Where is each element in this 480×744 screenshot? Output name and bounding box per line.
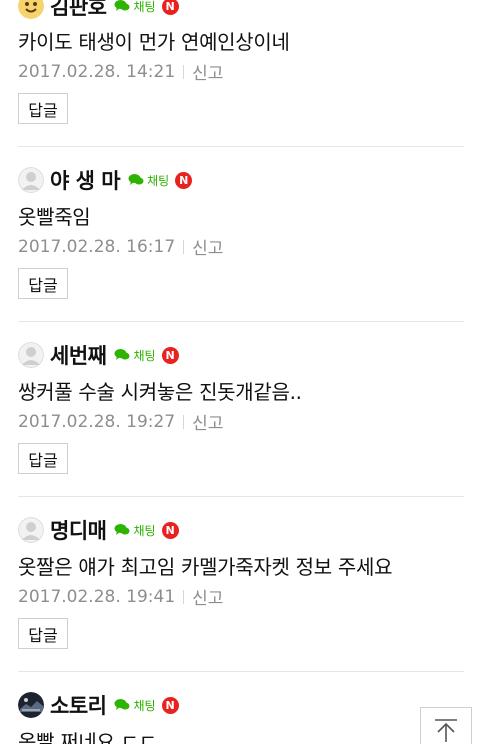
reply-button[interactable]: 답글 bbox=[18, 268, 68, 299]
new-badge: N bbox=[161, 521, 179, 539]
comment-timestamp: 2017.02.28. 19:41 bbox=[18, 586, 176, 607]
meta-divider bbox=[183, 64, 185, 79]
comment-nickname[interactable]: 세번째 bbox=[50, 340, 107, 370]
chat-label: 채팅 bbox=[133, 523, 156, 538]
reply-button[interactable]: 답글 bbox=[18, 443, 68, 474]
report-link[interactable]: 신고 bbox=[192, 409, 223, 434]
comment-meta: 2017.02.28. 19:41 신고 bbox=[18, 584, 223, 610]
reply-button[interactable]: 답글 bbox=[18, 618, 68, 649]
comment-timestamp: 2017.02.28. 14:21 bbox=[18, 61, 176, 82]
chat-bubble-icon bbox=[128, 174, 144, 185]
comment-nickname[interactable]: 야 생 마 bbox=[50, 165, 121, 195]
new-badge: N bbox=[161, 696, 179, 714]
chat-bubble-icon bbox=[114, 524, 130, 535]
scroll-to-top-button[interactable] bbox=[420, 707, 472, 744]
reply-button[interactable]: 답글 bbox=[18, 93, 68, 124]
new-badge: N bbox=[161, 0, 179, 15]
comment-nickname[interactable]: 소토리 bbox=[50, 690, 107, 720]
chat-bubble-icon bbox=[114, 349, 130, 360]
comment-item: 김판호 채팅 N 카이도 태생이 먼가 연예인상이네 2017.02.28. 1… bbox=[18, 0, 464, 147]
chat-label: 채팅 bbox=[133, 0, 156, 14]
comment-timestamp: 2017.02.28. 16:17 bbox=[18, 236, 176, 257]
comment-list-page: 김판호 채팅 N 카이도 태생이 먼가 연예인상이네 2017.02.28. 1… bbox=[0, 0, 480, 744]
comment-header: 소토리 채팅 N bbox=[18, 691, 179, 719]
chat-label: 채팅 bbox=[133, 698, 156, 713]
comment-divider bbox=[18, 321, 464, 322]
chat-label: 채팅 bbox=[133, 348, 156, 363]
chat-link[interactable]: 채팅 bbox=[114, 0, 156, 15]
comment-header: 김판호 채팅 N bbox=[18, 0, 179, 20]
meta-divider bbox=[183, 414, 185, 429]
chat-link[interactable]: 채팅 bbox=[114, 697, 156, 714]
comment-divider bbox=[18, 671, 464, 672]
comment-text: 옷빨 쩌네요 ㄷㄷ bbox=[18, 730, 157, 744]
comment-text: 카이도 태생이 먼가 연예인상이네 bbox=[18, 30, 290, 54]
comment-item: 명디매 채팅 N 옷짤은 얘가 최고임 카멜가죽자켓 정보 주세요 2017.0… bbox=[18, 516, 464, 672]
comment-text: 옷짤은 얘가 최고임 카멜가죽자켓 정보 주세요 bbox=[18, 555, 393, 579]
photo-avatar-icon[interactable] bbox=[18, 692, 44, 718]
emoji-avatar-icon[interactable] bbox=[18, 0, 44, 19]
scroll-to-top-icon bbox=[435, 719, 457, 742]
meta-divider bbox=[183, 589, 185, 604]
chat-link[interactable]: 채팅 bbox=[114, 347, 156, 364]
default-profile-icon[interactable] bbox=[18, 167, 44, 193]
comment-item: 야 생 마 채팅 N 옷빨죽임 2017.02.28. 16:17 신고 답글 bbox=[18, 165, 464, 322]
default-profile-icon[interactable] bbox=[18, 517, 44, 543]
report-link[interactable]: 신고 bbox=[192, 59, 223, 84]
report-link[interactable]: 신고 bbox=[192, 234, 223, 259]
comment-text: 옷빨죽임 bbox=[18, 205, 91, 229]
comment-divider bbox=[18, 146, 464, 147]
comment-meta: 2017.02.28. 14:21 신고 bbox=[18, 59, 223, 85]
chat-bubble-icon bbox=[114, 0, 130, 11]
comment-header: 명디매 채팅 N bbox=[18, 516, 179, 544]
chat-label: 채팅 bbox=[147, 173, 170, 188]
comment-text: 쌍커풀 수술 시켜놓은 진돗개같음.. bbox=[18, 380, 302, 404]
new-badge: N bbox=[161, 346, 179, 364]
comment-item: 소토리 채팅 N 옷빨 쩌네요 ㄷㄷ bbox=[18, 691, 464, 744]
comment-nickname[interactable]: 명디매 bbox=[50, 515, 107, 545]
comment-header: 세번째 채팅 N bbox=[18, 341, 179, 369]
comment-nickname[interactable]: 김판호 bbox=[50, 0, 107, 21]
comment-meta: 2017.02.28. 19:27 신고 bbox=[18, 409, 223, 435]
new-badge: N bbox=[175, 171, 193, 189]
comment-divider bbox=[18, 496, 464, 497]
comment-item: 세번째 채팅 N 쌍커풀 수술 시켜놓은 진돗개같음.. 2017.02.28.… bbox=[18, 341, 464, 497]
default-profile-icon[interactable] bbox=[18, 342, 44, 368]
comment-meta: 2017.02.28. 16:17 신고 bbox=[18, 234, 223, 260]
chat-link[interactable]: 채팅 bbox=[128, 172, 169, 189]
comment-timestamp: 2017.02.28. 19:27 bbox=[18, 411, 176, 432]
chat-link[interactable]: 채팅 bbox=[114, 522, 156, 539]
chat-bubble-icon bbox=[114, 699, 130, 710]
report-link[interactable]: 신고 bbox=[192, 584, 223, 609]
comment-header: 야 생 마 채팅 N bbox=[18, 165, 193, 195]
meta-divider bbox=[183, 239, 185, 254]
